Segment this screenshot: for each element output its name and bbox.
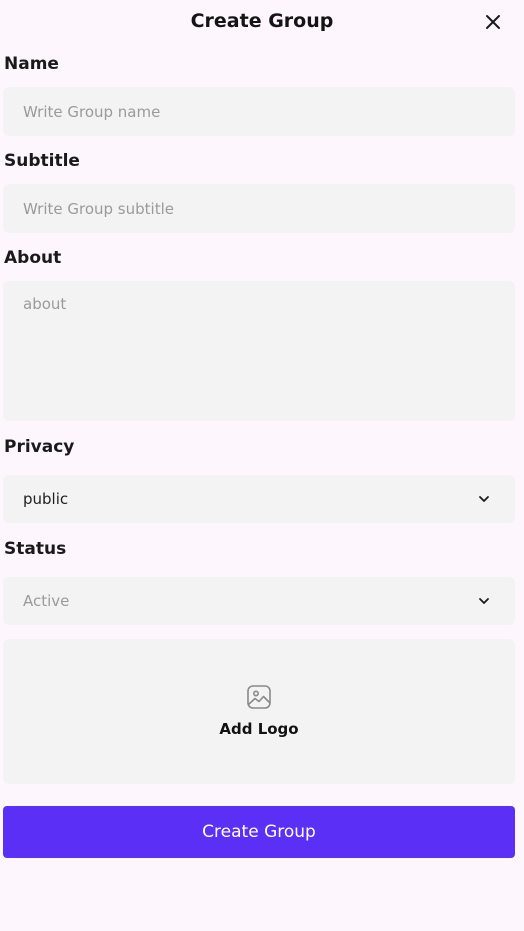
subtitle-field-container — [3, 184, 515, 233]
name-label: Name — [4, 54, 59, 74]
about-field-container — [3, 281, 515, 421]
name-field-container — [3, 87, 515, 136]
status-select[interactable]: Active — [3, 577, 515, 625]
status-selected-value: Active — [23, 592, 70, 610]
chevron-down-icon — [479, 496, 489, 502]
subtitle-input[interactable] — [3, 184, 515, 233]
subtitle-label: Subtitle — [4, 151, 80, 171]
about-textarea[interactable] — [3, 281, 515, 421]
chevron-down-icon — [479, 598, 489, 604]
page-title: Create Group — [190, 10, 334, 32]
privacy-label: Privacy — [4, 437, 75, 457]
name-input[interactable] — [3, 87, 515, 136]
add-logo-dropzone[interactable]: Add Logo — [3, 639, 515, 784]
create-group-button[interactable]: Create Group — [3, 806, 515, 858]
privacy-select[interactable]: public — [3, 475, 515, 523]
status-label: Status — [4, 539, 67, 559]
modal-header: Create Group — [0, 0, 524, 44]
add-logo-label: Add Logo — [219, 720, 299, 738]
about-label: About — [4, 248, 62, 268]
privacy-selected-value: public — [23, 490, 69, 508]
close-icon — [486, 15, 500, 29]
close-button[interactable] — [481, 10, 505, 34]
image-icon — [247, 685, 271, 709]
